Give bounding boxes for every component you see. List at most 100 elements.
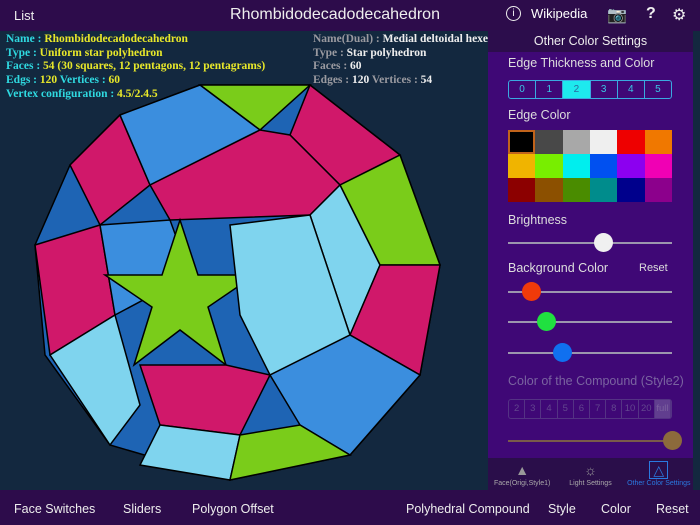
reset-button[interactable]: Reset (656, 502, 689, 516)
color-swatch[interactable] (508, 178, 536, 202)
triangle-icon: ▲ (515, 462, 530, 478)
slider-thumb[interactable] (521, 282, 541, 301)
color-swatch[interactable] (590, 130, 618, 154)
color-swatch[interactable] (562, 178, 590, 202)
color-swatch[interactable] (617, 178, 645, 202)
color-swatch[interactable] (590, 154, 618, 178)
thickness-option[interactable]: 2 (563, 81, 591, 98)
label: Type : (313, 46, 347, 59)
compound-option[interactable]: 7 (590, 400, 607, 418)
edges-value: 120 (39, 74, 58, 87)
tab-label: Light Settings (569, 480, 612, 487)
top-bar: List Rhombidodecadodecahedron i Wikipedia… (0, 0, 700, 31)
color-swatch[interactable] (644, 154, 672, 178)
label: Type : (6, 46, 40, 59)
dual-vertices-value: 54 (420, 74, 433, 87)
tab-light-settings[interactable]: ☼ Light Settings (556, 458, 624, 490)
color-swatch[interactable] (535, 154, 563, 178)
compound-option[interactable]: 4 (541, 400, 558, 418)
dual-info: Name(Dual) : Medial deltoidal hexecontah… (313, 33, 488, 88)
slider-thumb[interactable] (594, 233, 614, 252)
label: Edgs : (6, 74, 40, 87)
gear-icon[interactable]: ⚙ (672, 5, 686, 25)
compound-option[interactable]: 8 (606, 400, 623, 418)
dual-name-value: Medial deltoidal hexecontahedron (382, 33, 488, 45)
edge-color-label: Edge Color (508, 108, 571, 122)
color-swatch[interactable] (644, 130, 672, 154)
compound-option[interactable]: 2 (509, 400, 526, 418)
label: Faces : (6, 60, 44, 73)
dual-edges-value: 120 (351, 74, 370, 87)
dual-type-value: Star polyhedron (346, 46, 427, 59)
polyhedral-compound-button[interactable]: Polyhedral Compound (406, 502, 530, 516)
compound-option[interactable]: full (654, 400, 672, 418)
brightness-slider[interactable] (508, 233, 672, 252)
tab-other-color-settings[interactable]: △ Other Color Settings (625, 458, 693, 490)
thickness-option[interactable]: 3 (591, 81, 618, 98)
color-swatch[interactable] (644, 178, 672, 202)
compound-slider[interactable] (508, 431, 682, 450)
color-swatch[interactable] (590, 178, 618, 202)
other-color-settings-panel: Other Color Settings Edge Thickness and … (488, 30, 693, 490)
tab-label: Face(Origi,Style1) (493, 480, 551, 487)
polyhedron-info: Name : Rhombidodecadodecahedron Type : U… (6, 33, 265, 102)
label: Name : (6, 33, 45, 45)
help-icon[interactable]: ? (646, 5, 656, 23)
faces-value: 54 (30 squares, 12 pentagons, 12 pentagr… (43, 60, 266, 73)
vertex-config-value: 4.5/2.4.5 (117, 87, 158, 100)
thickness-option[interactable]: 1 (536, 81, 564, 98)
label: Vertices : (57, 74, 109, 87)
color-swatch[interactable] (508, 130, 536, 154)
dual-faces-value: 60 (350, 60, 362, 73)
settings-tabs: ▲ Face(Origi,Style1) ☼ Light Settings △ Oth… (488, 458, 693, 490)
edge-thickness-segmented[interactable]: 012345 (508, 80, 672, 99)
compound-option[interactable]: 6 (574, 400, 591, 418)
thickness-option[interactable]: 0 (509, 81, 537, 98)
color-button[interactable]: Color (601, 502, 631, 516)
edge-color-palette[interactable] (508, 130, 672, 202)
sun-icon: ☼ (584, 462, 597, 478)
face-switches-button[interactable]: Face Switches (14, 502, 95, 516)
thickness-option[interactable]: 4 (618, 81, 645, 98)
color-swatch[interactable] (562, 154, 590, 178)
color-swatch[interactable] (617, 154, 645, 178)
label: Vertices : (369, 74, 421, 87)
slider-thumb[interactable] (536, 312, 556, 331)
background-red-slider[interactable] (508, 282, 672, 301)
compound-option[interactable]: 3 (525, 400, 542, 418)
name-value: Rhombidodecadodecahedron (44, 33, 188, 45)
background-green-slider[interactable] (508, 312, 672, 331)
compound-option[interactable]: 10 (622, 400, 639, 418)
style-button[interactable]: Style (548, 502, 576, 516)
vertices-value: 60 (108, 74, 121, 87)
label: Name(Dual) : (313, 33, 383, 45)
bottom-toolbar: Face Switches Sliders Polygon Offset Pol… (0, 490, 700, 525)
wikipedia-button[interactable]: i Wikipedia (506, 6, 587, 21)
compound-color-label: Color of the Compound (Style2) (508, 374, 684, 388)
color-swatch[interactable] (562, 130, 590, 154)
label: Vertex configuration : (6, 87, 118, 100)
panel-title: Other Color Settings (488, 30, 693, 52)
camera-icon[interactable]: 📷 (607, 5, 627, 25)
color-swatch[interactable] (617, 130, 645, 154)
sliders-button[interactable]: Sliders (123, 502, 161, 516)
tab-label: Other Color Settings (627, 480, 691, 487)
polyhedron-view[interactable] (20, 75, 450, 485)
compound-option[interactable]: 5 (558, 400, 574, 418)
color-swatch[interactable] (535, 178, 563, 202)
polygon-offset-button[interactable]: Polygon Offset (192, 502, 274, 516)
slider-thumb[interactable] (663, 431, 682, 450)
compound-color-segmented[interactable]: 2 3 4 5 6 7 8 10 20 full (508, 399, 672, 419)
reset-background-button[interactable]: Reset (639, 262, 668, 274)
color-swatch[interactable] (508, 154, 536, 178)
triangle-outline-icon: △ (625, 461, 693, 480)
slider-thumb[interactable] (553, 343, 573, 362)
compound-option[interactable]: 20 (639, 400, 655, 418)
color-swatch[interactable] (535, 130, 563, 154)
background-blue-slider[interactable] (508, 343, 672, 362)
type-value: Uniform star polyhedron (39, 46, 163, 59)
thickness-option[interactable]: 5 (645, 81, 671, 98)
label: Edges : (313, 74, 352, 87)
edge-thickness-label: Edge Thickness and Color (508, 56, 655, 70)
tab-face[interactable]: ▲ Face(Origi,Style1) (488, 458, 556, 490)
